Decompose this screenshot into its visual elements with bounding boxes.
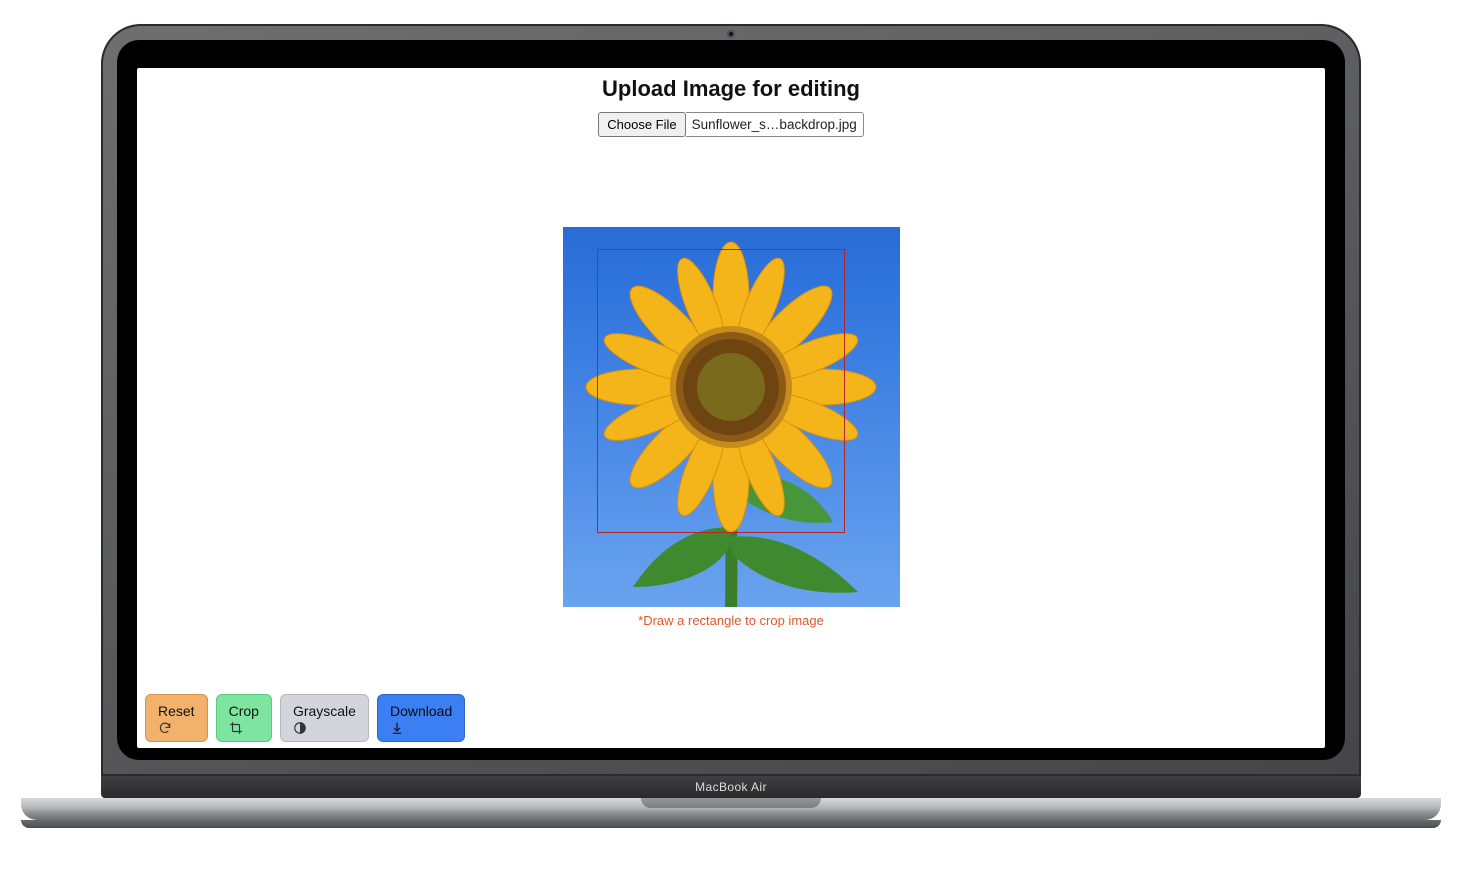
contrast-icon bbox=[293, 721, 307, 735]
screen-inner-bezel: Upload Image for editing Choose File Sun… bbox=[117, 40, 1345, 760]
image-editor-area: *Draw a rectangle to crop image bbox=[563, 227, 900, 628]
laptop-frame: Upload Image for editing Choose File Sun… bbox=[101, 24, 1361, 828]
reset-button[interactable]: Reset bbox=[145, 694, 208, 742]
device-model-label: MacBook Air bbox=[101, 776, 1361, 798]
choose-file-button[interactable]: Choose File bbox=[598, 112, 685, 137]
refresh-icon bbox=[158, 721, 172, 735]
camera-dot bbox=[727, 30, 735, 38]
selected-file-name: Sunflower_s…backdrop.jpg bbox=[686, 112, 864, 137]
page-title: Upload Image for editing bbox=[602, 76, 860, 102]
file-input-row: Choose File Sunflower_s…backdrop.jpg bbox=[598, 112, 863, 137]
grayscale-button-label: Grayscale bbox=[293, 703, 356, 719]
image-canvas[interactable] bbox=[563, 227, 900, 607]
action-toolbar: Reset Crop Grayscale bbox=[145, 694, 465, 742]
crop-button[interactable]: Crop bbox=[216, 694, 272, 742]
laptop-foot bbox=[21, 820, 1441, 828]
laptop-base bbox=[21, 798, 1441, 820]
page-main: Upload Image for editing Choose File Sun… bbox=[137, 68, 1325, 748]
app-viewport: Upload Image for editing Choose File Sun… bbox=[137, 68, 1325, 748]
reset-button-label: Reset bbox=[158, 703, 195, 719]
download-icon bbox=[390, 721, 404, 735]
crop-icon bbox=[229, 721, 243, 735]
download-button[interactable]: Download bbox=[377, 694, 465, 742]
laptop-notch bbox=[641, 798, 821, 808]
image-content bbox=[563, 227, 900, 607]
crop-hint-text: *Draw a rectangle to crop image bbox=[563, 613, 900, 628]
laptop-bezel: Upload Image for editing Choose File Sun… bbox=[101, 24, 1361, 776]
crop-button-label: Crop bbox=[229, 703, 259, 719]
grayscale-button[interactable]: Grayscale bbox=[280, 694, 369, 742]
download-button-label: Download bbox=[390, 703, 452, 719]
